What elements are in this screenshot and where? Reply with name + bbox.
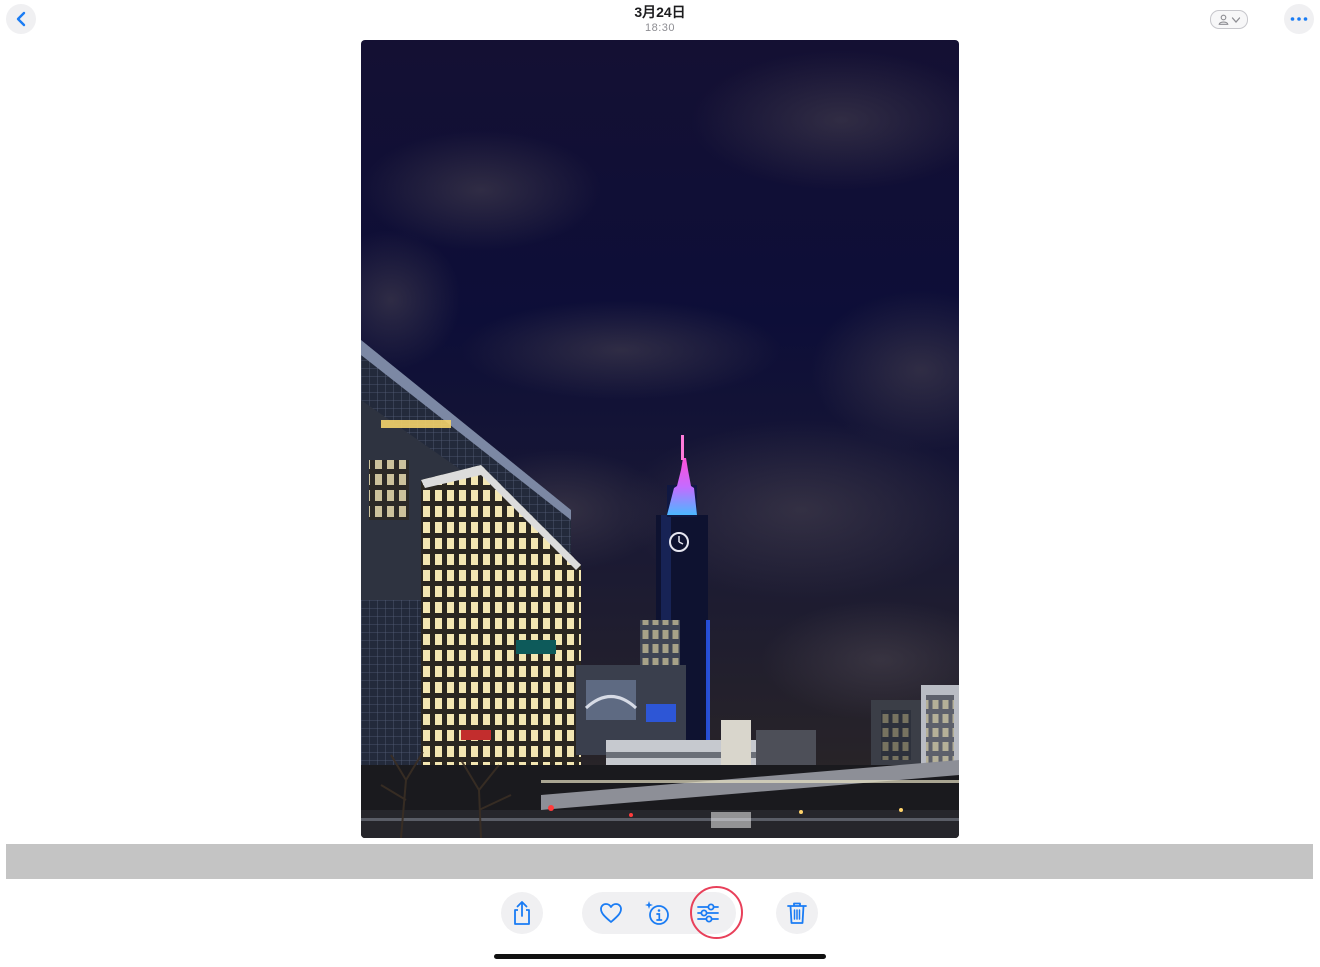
photo-time-subtitle: 18:30 (644, 22, 676, 34)
more-button[interactable] (1284, 4, 1314, 34)
photo-header: 3月24日 18:30 (560, 3, 760, 35)
filmstrip-placeholder (6, 844, 1313, 879)
photo-viewer[interactable] (361, 40, 959, 838)
heart-icon (600, 903, 622, 923)
sparkle-info-icon (645, 901, 669, 925)
share-icon (514, 901, 530, 925)
chevron-left-icon (16, 11, 26, 27)
night-cityscape-photo (361, 40, 959, 838)
photo-date-title: 3月24日 (634, 4, 686, 20)
trash-icon (787, 902, 807, 924)
home-indicator[interactable] (494, 954, 826, 959)
share-button[interactable] (501, 892, 543, 934)
delete-button[interactable] (776, 892, 818, 934)
photo-actions-group (582, 892, 736, 934)
info-button[interactable] (637, 892, 679, 934)
sliders-icon (697, 903, 719, 923)
adjust-button[interactable] (687, 892, 729, 934)
favorite-button[interactable] (590, 892, 632, 934)
chevron-down-icon (1231, 16, 1240, 23)
person-menu-button[interactable] (1210, 10, 1248, 29)
back-button[interactable] (6, 4, 36, 34)
ellipsis-icon (1290, 17, 1308, 21)
person-icon (1218, 14, 1228, 25)
